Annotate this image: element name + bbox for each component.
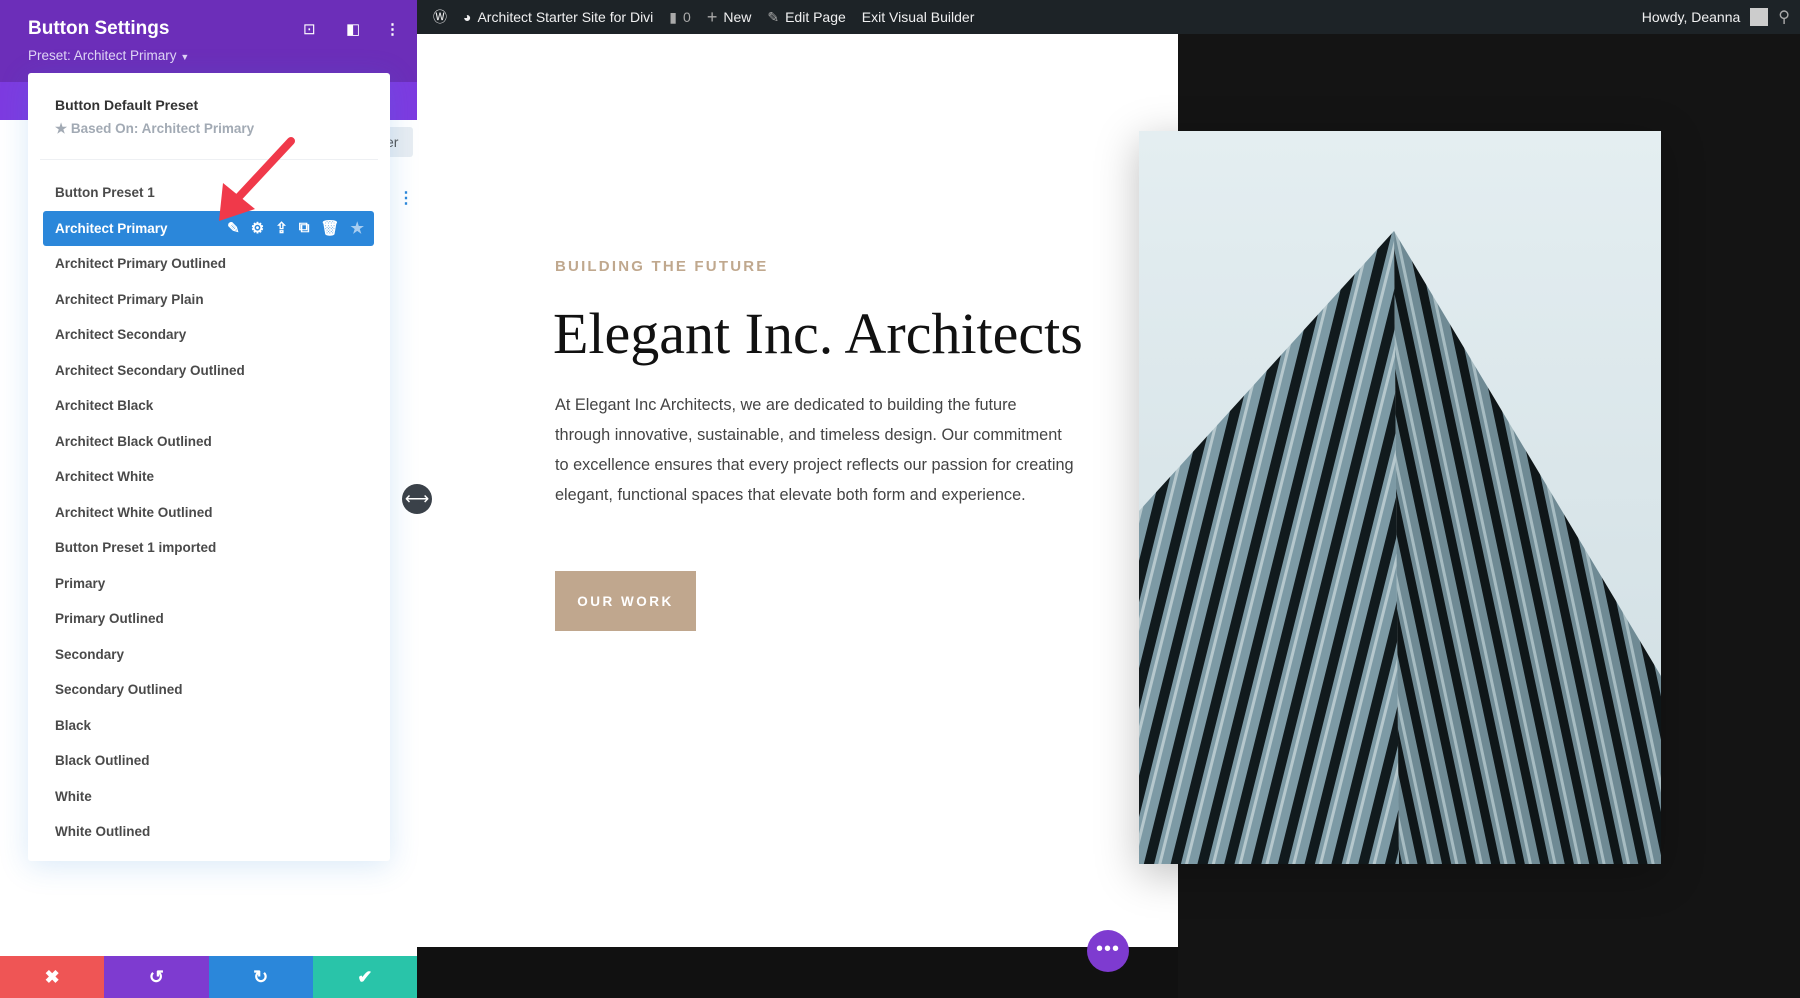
preset-item[interactable]: Architect Secondary Outlined [43, 353, 374, 388]
resize-handle[interactable]: ⟷ [402, 484, 432, 514]
preset-item-label: Architect Primary Outlined [55, 256, 227, 271]
avatar[interactable] [1750, 8, 1769, 26]
preset-dropdown: Button Default Preset ★ Based On: Archit… [28, 73, 390, 861]
building-photo [1139, 131, 1661, 864]
close-icon: ✖ [44, 967, 60, 987]
preset-item[interactable]: Architect White [43, 459, 374, 494]
undo-icon: ↺ [148, 967, 164, 987]
preset-item-label: Architect Primary Plain [55, 291, 204, 307]
edit-page-link[interactable]: ✎ Edit Page [767, 0, 845, 34]
preset-item-label: Primary Outlined [55, 611, 164, 626]
redo-icon: ↻ [253, 967, 269, 987]
preset-item-label: Secondary Outlined [55, 682, 183, 697]
save-button[interactable]: ✔ [312, 956, 417, 998]
preset-item[interactable]: Architect Black Outlined [43, 424, 374, 459]
panel-header: Button Settings Preset: Architect Primar… [0, 0, 417, 82]
preset-item-label: Architect Secondary Outlined [55, 362, 245, 378]
preset-item-label: Architect Black [55, 398, 154, 413]
eyebrow-text: BUILDING THE FUTURE [555, 258, 769, 275]
admin-bar: Ⓦ ◕ Architect Starter Site for Divi ▮ 0 + N… [417, 0, 1800, 34]
annotation-arrow [219, 137, 295, 221]
preset-item[interactable]: Black Outlined [43, 743, 374, 778]
trash-icon[interactable]: 🗑 [321, 219, 340, 237]
comment-icon: ▮ [669, 8, 678, 25]
preset-item-label: Architect Primary [55, 220, 168, 236]
exit-visual-builder-link[interactable]: Exit Visual Builder [862, 0, 975, 34]
dashboard-icon: ◕ [463, 9, 472, 25]
preset-item[interactable]: Architect White Outlined [43, 495, 374, 530]
redo-button[interactable]: ↻ [208, 956, 313, 998]
discard-button[interactable]: ✖ [0, 956, 105, 998]
undo-button[interactable]: ↺ [104, 956, 209, 998]
preset-item-label: Architect Secondary [55, 327, 187, 342]
page-heading: Elegant Inc. Architects [553, 301, 1083, 366]
preset-item-label: Secondary [55, 646, 125, 662]
preset-item-label: Architect White [55, 469, 155, 484]
preset-item[interactable]: Primary Plain [43, 850, 374, 862]
preset-item-label: Button Preset 1 [55, 185, 155, 200]
preset-item-label: White Outlined [55, 824, 151, 839]
preset-item[interactable]: Architect Primary Outlined [43, 246, 374, 281]
preset-selector[interactable]: Preset: Architect Primary ▼ [28, 48, 189, 63]
more-options-icon[interactable]: ⋮ [385, 20, 400, 38]
intro-paragraph: At Elegant Inc Architects, we are dedica… [555, 396, 1074, 504]
preset-item-label: Primary [55, 575, 106, 591]
star-icon[interactable]: ★ [351, 219, 364, 237]
module-options-icon[interactable]: ⋮ [398, 188, 414, 208]
preset-item[interactable]: Secondary [43, 637, 374, 672]
settings-panel: Button Settings Preset: Architect Primar… [0, 0, 432, 998]
preset-item[interactable]: Primary [43, 566, 374, 601]
preset-item[interactable]: Architect Secondary [43, 317, 374, 352]
preset-item[interactable]: Architect Black [43, 388, 374, 423]
preset-item-label: Architect Black Outlined [55, 433, 212, 449]
caret-down-icon: ▼ [180, 52, 190, 62]
preset-item-label: Primary Plain [55, 860, 141, 862]
preset-item[interactable]: Black [43, 708, 374, 743]
check-icon: ✔ [357, 967, 373, 987]
pencil-icon: ✎ [767, 8, 780, 25]
divider [40, 159, 378, 160]
preset-item-label: White [55, 788, 92, 804]
preset-item[interactable]: Architect Primary Plain [43, 282, 374, 317]
preset-item-label: Button Preset 1 imported [55, 540, 217, 555]
plus-icon: + [706, 6, 718, 27]
preset-item[interactable]: Secondary Outlined [43, 672, 374, 707]
preset-item[interactable]: White Outlined [43, 814, 374, 849]
fullscreen-icon[interactable]: ⊡ [303, 20, 316, 38]
our-work-button[interactable]: OUR WORK [555, 571, 696, 631]
preset-item[interactable]: Primary Outlined [43, 601, 374, 636]
user-greeting[interactable]: Howdy, Deanna [1642, 9, 1741, 25]
preset-item-label: Black [55, 717, 92, 733]
site-name-link[interactable]: ◕ Architect Starter Site for Divi [463, 0, 653, 34]
preset-item-label: Architect White Outlined [55, 504, 213, 520]
arrows-horizontal-icon: ⟷ [404, 489, 430, 508]
search-icon[interactable]: ⚲ [1778, 7, 1790, 27]
star-icon: ★ [55, 121, 68, 136]
default-preset-title[interactable]: Button Default Preset [55, 97, 198, 113]
preset-item-label: Black Outlined [55, 753, 150, 768]
duplicate-icon[interactable]: ⧉ [299, 219, 310, 237]
preset-item[interactable]: White [43, 779, 374, 814]
comments-link[interactable]: ▮ 0 [669, 0, 691, 34]
preset-item[interactable]: Button Preset 1 [43, 175, 374, 210]
more-dots-icon: ••• [1095, 938, 1120, 960]
layout-icon[interactable]: ◧ [346, 20, 360, 38]
new-link[interactable]: + New [707, 0, 752, 34]
preset-item[interactable]: Architect Primary ✎ ⚙ ⇪ ⧉ 🗑 ★ [43, 210, 374, 246]
wordpress-logo-icon[interactable]: Ⓦ [433, 0, 447, 34]
preset-item[interactable]: Button Preset 1 imported [43, 530, 374, 565]
panel-title: Button Settings [28, 18, 170, 39]
page-settings-button[interactable]: ••• [1087, 930, 1129, 972]
